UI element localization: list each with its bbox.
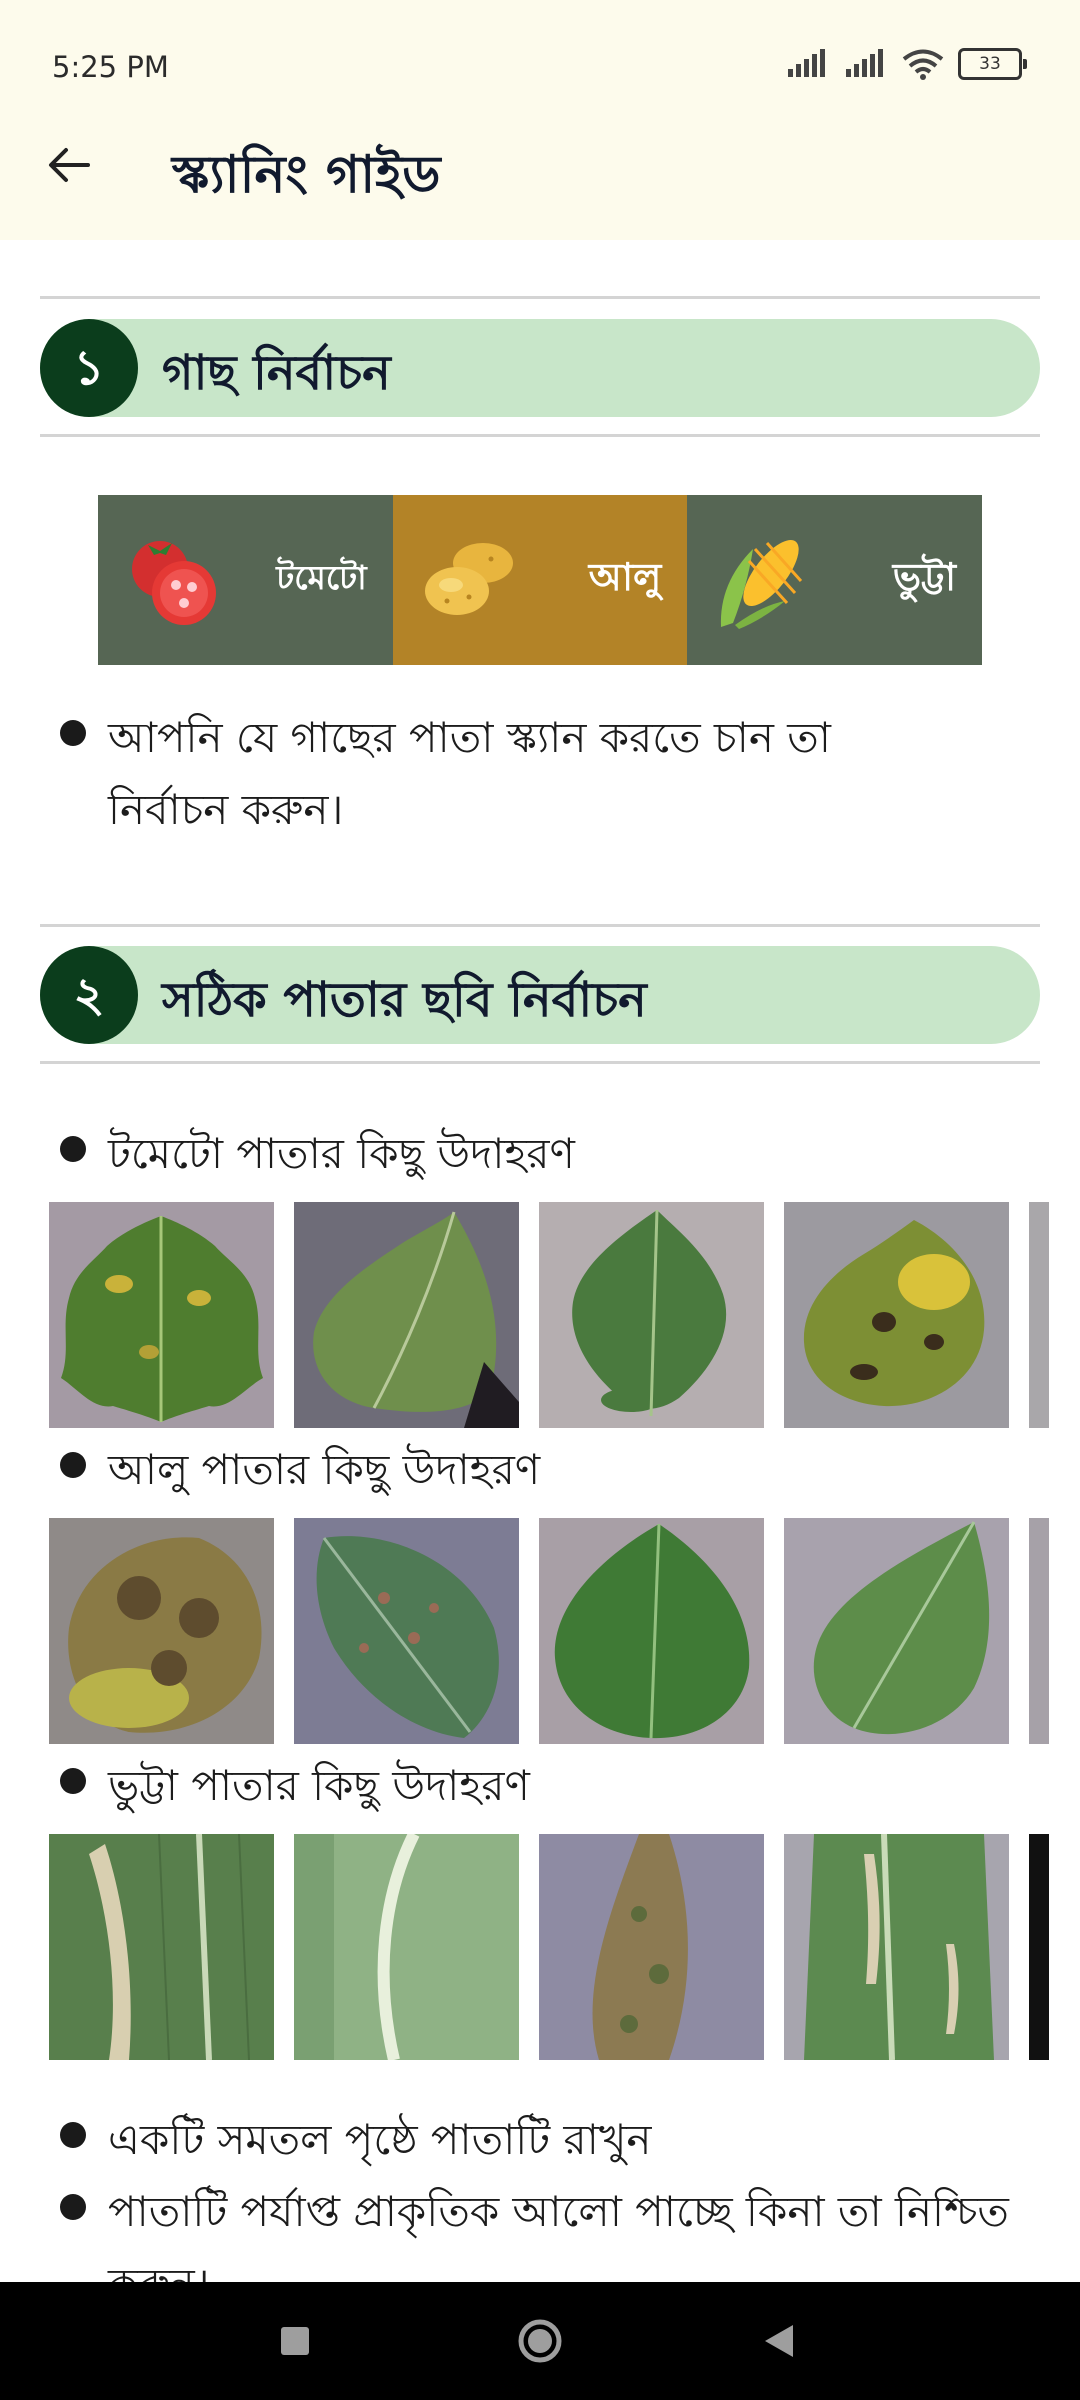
crop-option-tomato[interactable]: টমেটো	[98, 495, 393, 665]
list-item: টমেটো পাতার কিছু উদাহরণ	[60, 1118, 575, 1190]
bullet-dot	[60, 2194, 86, 2220]
divider	[40, 434, 1040, 437]
leaf-photo[interactable]	[294, 1834, 519, 2060]
crop-selector: টমেটো আলু ভুট্টা	[98, 495, 983, 665]
leaf-image	[813, 1521, 990, 1735]
divider	[40, 296, 1040, 299]
step-number-badge: ১	[40, 319, 138, 417]
bullet-dot	[60, 2122, 86, 2148]
step-2-header: ২ সঠিক পাতার ছবি নির্বাচন	[40, 946, 1040, 1044]
leaf-photo[interactable]	[49, 1518, 274, 1744]
leaf-photo[interactable]	[1029, 1834, 1049, 2060]
leaf-image	[49, 1834, 274, 2060]
signal-icon	[846, 49, 883, 77]
back-arrow-icon[interactable]	[44, 140, 94, 190]
crop-label: ভুট্টা	[892, 555, 957, 599]
back-triangle-icon[interactable]	[745, 2306, 815, 2376]
leaf-image	[294, 1834, 519, 2060]
system-navigation-bar	[0, 2282, 1080, 2400]
home-circle-icon[interactable]	[505, 2306, 575, 2376]
leaf-photo[interactable]	[49, 1834, 274, 2060]
page-title: স্ক্যানিং গাইড	[172, 145, 441, 205]
leaf-image	[61, 1216, 263, 1422]
tip-text: একটি সমতল পৃষ্ঠে পাতাটি রাখুন	[108, 2115, 652, 2164]
leaf-photo[interactable]	[539, 1834, 764, 2060]
example-label: ভুট্টা পাতার কিছু উদাহরণ	[108, 1761, 530, 1810]
crop-label: আলু	[588, 555, 662, 599]
crop-label: টমেটো	[276, 558, 367, 597]
leaf-image	[68, 1537, 262, 1733]
wifi-icon	[902, 49, 944, 80]
leaf-image	[316, 1536, 499, 1738]
corn-icon	[721, 539, 803, 629]
status-time: 5:25 PM	[52, 50, 169, 84]
leaf-image	[592, 1834, 688, 2060]
example-label: আলু পাতার কিছু উদাহরণ	[108, 1445, 541, 1494]
bullet-dot	[60, 1452, 86, 1478]
step-1-header: ১ গাছ নির্বাচন	[40, 319, 1040, 417]
leaf-image	[313, 1211, 519, 1428]
divider	[40, 1061, 1040, 1064]
potato-icon	[424, 543, 513, 615]
battery-level: 33	[979, 54, 1001, 74]
status-bar: 5:25 PM 33	[0, 0, 1080, 130]
step-title: গাছ নির্বাচন	[162, 345, 391, 401]
leaf-photo[interactable]	[1029, 1202, 1049, 1428]
bullet-dot	[60, 1136, 86, 1162]
recents-square-icon[interactable]	[260, 2306, 330, 2376]
leaf-photo[interactable]	[1029, 1518, 1049, 1744]
corn-leaf-gallery[interactable]	[49, 1834, 1049, 2060]
signal-icon	[788, 49, 825, 77]
divider	[40, 924, 1040, 927]
step-number-badge: ২	[40, 946, 138, 1044]
battery-icon: 33	[958, 48, 1027, 80]
bullet-dot	[60, 1768, 86, 1794]
list-item: ভুট্টা পাতার কিছু উদাহরণ	[60, 1750, 530, 1822]
crop-option-corn[interactable]: ভুট্টা	[687, 495, 983, 665]
leaf-photo[interactable]	[784, 1202, 1009, 1428]
list-item: আপনি যে গাছের পাতা স্ক্যান করতে চান তা ন…	[60, 702, 940, 846]
system-icons: 33	[786, 48, 1027, 80]
leaf-photo[interactable]	[49, 1202, 274, 1428]
leaf-image	[803, 1220, 985, 1407]
leaf-photo[interactable]	[784, 1834, 1009, 2060]
bullet-dot	[60, 720, 86, 746]
list-item: একটি সমতল পৃষ্ঠে পাতাটি রাখুন	[60, 2104, 651, 2176]
leaf-photo[interactable]	[539, 1518, 764, 1744]
leaf-photo[interactable]	[294, 1202, 519, 1428]
tomato-icon	[132, 541, 216, 625]
step-title: সঠিক পাতার ছবি নির্বাচন	[162, 972, 647, 1028]
example-label: টমেটো পাতার কিছু উদাহরণ	[108, 1129, 575, 1178]
leaf-photo[interactable]	[539, 1202, 764, 1428]
crop-option-potato[interactable]: আলু	[392, 495, 688, 665]
tomato-leaf-gallery[interactable]	[49, 1202, 1049, 1428]
list-item: আলু পাতার কিছু উদাহরণ	[60, 1434, 540, 1506]
leaf-image	[572, 1209, 727, 1417]
leaf-image	[554, 1523, 750, 1739]
potato-leaf-gallery[interactable]	[49, 1518, 1049, 1744]
leaf-photo[interactable]	[784, 1518, 1009, 1744]
leaf-image	[804, 1834, 994, 2060]
app-bar	[0, 130, 1080, 240]
instruction-text: আপনি যে গাছের পাতা স্ক্যান করতে চান তা ন…	[108, 713, 831, 834]
leaf-photo[interactable]	[294, 1518, 519, 1744]
